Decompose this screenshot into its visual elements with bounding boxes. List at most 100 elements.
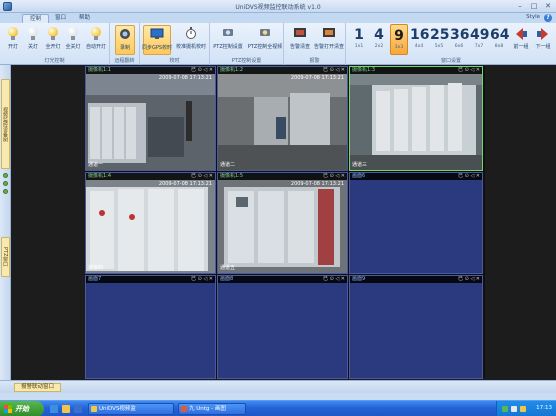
tab-control[interactable]: 控制 bbox=[22, 14, 50, 23]
close-button[interactable]: ✕ bbox=[543, 1, 553, 11]
ptz-settings-label: PTZ控制设置 bbox=[213, 44, 243, 50]
all-lights-on-button[interactable]: 全开灯 bbox=[45, 25, 61, 55]
layout-16-button[interactable]: 16 4x4 bbox=[410, 24, 429, 55]
layout-9-number: 9 bbox=[394, 28, 404, 44]
auto-light-button[interactable]: 自动开灯 bbox=[86, 25, 106, 55]
layout-64-sub: 8x8 bbox=[494, 44, 504, 49]
gps-sync-button[interactable]: 同步GPS校时 bbox=[141, 25, 173, 55]
video-cell-empty[interactable]: 画面7 已 ⊙ ◁ ✕ bbox=[85, 275, 216, 379]
camera-name: 画面6 bbox=[352, 173, 366, 179]
video-cell[interactable]: 摄像机1:5 已 ⊙ ◁ ✕ 2009-07-08 17:13:21 通道五 bbox=[217, 172, 348, 274]
layout-4-button[interactable]: 4 2x2 bbox=[370, 24, 388, 55]
ptz-full-video-label: PTZ控制全视频 bbox=[247, 44, 283, 50]
quicklaunch-ie-icon[interactable] bbox=[74, 405, 82, 413]
light-off-icon bbox=[28, 27, 38, 40]
tab-help[interactable]: 帮助 bbox=[72, 14, 97, 23]
status-dot-icon[interactable] bbox=[3, 189, 8, 194]
video-area: 摄像机1:1 已 ⊙ ◁ ✕ 2009-07-08 17:13:21 通道一 摄 bbox=[11, 65, 556, 380]
layout-25-number: 25 bbox=[430, 27, 450, 43]
layout-1-button[interactable]: 1 1x1 bbox=[350, 24, 368, 55]
cell-header: 摄像机1:2 已 ⊙ ◁ ✕ bbox=[218, 67, 347, 74]
layout-49-sub: 7x7 bbox=[474, 44, 484, 49]
cell-controls-icon[interactable]: 已 ⊙ ◁ ✕ bbox=[323, 173, 345, 180]
cell-controls-icon[interactable]: 已 ⊙ ◁ ✕ bbox=[323, 67, 345, 74]
taskbar-app-unidvs[interactable]: UniDVS视频监 bbox=[88, 403, 174, 415]
light-group-label: 灯光控制 bbox=[44, 58, 65, 64]
timestamp: 2009-07-08 17:13:21 bbox=[158, 181, 212, 187]
camera-name: 画面7 bbox=[88, 276, 102, 282]
ptz-window-tab[interactable]: PTZ窗口 bbox=[1, 237, 10, 277]
layout-25-button[interactable]: 25 5x5 bbox=[430, 24, 450, 55]
help-icon[interactable]: ? bbox=[544, 14, 552, 22]
camera-name: 画面9 bbox=[352, 276, 366, 282]
camera-feed-image bbox=[218, 67, 347, 170]
start-button[interactable]: 开始 bbox=[0, 401, 44, 416]
system-tray: 17:13 bbox=[496, 401, 556, 416]
ptz-settings-button[interactable]: PTZ控制设置 bbox=[213, 25, 243, 55]
tray-volume-icon[interactable] bbox=[511, 406, 517, 412]
record-button[interactable]: 录制 bbox=[115, 25, 135, 55]
cell-controls-icon[interactable]: 已 ⊙ ◁ ✕ bbox=[323, 276, 345, 283]
light-on-button[interactable]: 开灯 bbox=[5, 25, 21, 55]
timestamp: 2009-07-08 17:13:21 bbox=[158, 75, 212, 81]
alarm-clear-button[interactable]: 告警清查 bbox=[287, 25, 313, 55]
camera-feed-image bbox=[350, 67, 482, 170]
layout-4-number: 4 bbox=[374, 27, 384, 43]
cell-controls-icon[interactable]: 已 ⊙ ◁ ✕ bbox=[191, 67, 213, 74]
layout-9-button[interactable]: 9 3x3 bbox=[390, 24, 408, 55]
gps-monitor-icon bbox=[150, 28, 164, 39]
quicklaunch-desktop-icon[interactable] bbox=[50, 405, 58, 413]
alarm-linkage-tab[interactable]: 报警联动窗口 bbox=[14, 383, 62, 392]
video-cell[interactable]: 摄像机1:4 已 ⊙ ◁ ✕ 2009-07-08 17:13:21 通道四 bbox=[85, 172, 216, 274]
quicklaunch-folder-icon[interactable] bbox=[62, 405, 70, 413]
layout-36-sub: 6x6 bbox=[454, 44, 464, 49]
cell-header: 画面6 已 ⊙ ◁ ✕ bbox=[350, 173, 482, 180]
channel-label: 通道五 bbox=[220, 265, 236, 271]
device-tree-tab[interactable]: 视频监控设备树 bbox=[1, 79, 10, 169]
layout-64-button[interactable]: 64 8x8 bbox=[490, 24, 509, 55]
tray-network-icon[interactable] bbox=[502, 406, 508, 412]
gps-sync-label: 同步GPS校时 bbox=[141, 45, 173, 51]
minimize-button[interactable]: – bbox=[515, 1, 525, 11]
camera-name: 摄像机1:1 bbox=[88, 67, 112, 73]
camera-name: 摄像机1:5 bbox=[220, 173, 244, 179]
layout-49-button[interactable]: 49 7x7 bbox=[470, 24, 489, 55]
video-cell[interactable]: 摄像机1:1 已 ⊙ ◁ ✕ 2009-07-08 17:13:21 通道一 bbox=[85, 66, 216, 171]
maximize-button[interactable]: □ bbox=[529, 1, 539, 11]
layout-36-button[interactable]: 36 6x6 bbox=[450, 24, 469, 55]
timestamp: 2009-07-08 17:13:21 bbox=[290, 181, 344, 187]
style-menu[interactable]: Style bbox=[526, 14, 540, 20]
status-dot-icon[interactable] bbox=[3, 173, 8, 178]
layout-9-sub: 3x3 bbox=[394, 45, 404, 50]
camera-feed-image bbox=[86, 67, 215, 170]
cell-controls-icon[interactable]: 已 ⊙ ◁ ✕ bbox=[458, 173, 480, 180]
video-cell-empty[interactable]: 画面6 已 ⊙ ◁ ✕ bbox=[349, 172, 483, 274]
next-group-button[interactable]: 下一组 bbox=[534, 25, 552, 55]
video-cell-empty[interactable]: 画面8 已 ⊙ ◁ ✕ bbox=[217, 275, 348, 379]
video-cell[interactable]: 摄像机1:2 已 ⊙ ◁ ✕ 2009-07-08 17:13:21 通道二 bbox=[217, 66, 348, 171]
status-bar: 报警联动窗口 bbox=[0, 380, 556, 393]
ptz-group: PTZ控制设置 PTZ控制全视频 PTZ控制设置 bbox=[210, 23, 284, 65]
status-dot-icon[interactable] bbox=[3, 181, 8, 186]
taskbar-app-paint[interactable]: 九 Untg - 画图 bbox=[178, 403, 246, 415]
ptz-full-video-button[interactable]: PTZ控制全视频 bbox=[248, 25, 282, 55]
calibrate-time-button[interactable]: 校准摄机校时 bbox=[176, 25, 206, 55]
alarm-group-label: 报警 bbox=[309, 58, 320, 64]
cell-controls-icon[interactable]: 已 ⊙ ◁ ✕ bbox=[191, 173, 213, 180]
video-cell-empty[interactable]: 画面9 已 ⊙ ◁ ✕ bbox=[349, 275, 483, 379]
all-lights-off-button[interactable]: 全关灯 bbox=[65, 25, 81, 55]
all-lights-on-icon bbox=[48, 27, 58, 40]
layout-4-sub: 2x2 bbox=[374, 44, 384, 49]
ptz-group-label: PTZ控制设置 bbox=[231, 58, 262, 64]
alarm-open-button[interactable]: 告警打开清查 bbox=[314, 25, 344, 55]
video-cell[interactable]: 摄像机1:3 已 ⊙ ◁ ✕ 通道三 bbox=[349, 66, 483, 171]
light-control-group: 开灯 关灯 全开灯 全关灯 自动开灯 灯光控制 bbox=[0, 23, 110, 65]
cell-controls-icon[interactable]: 已 ⊙ ◁ ✕ bbox=[458, 276, 480, 283]
tray-app-icon[interactable] bbox=[520, 406, 526, 412]
light-off-button[interactable]: 关灯 bbox=[25, 25, 41, 55]
tab-window[interactable]: 窗口 bbox=[48, 14, 73, 23]
cell-controls-icon[interactable]: 已 ⊙ ◁ ✕ bbox=[191, 276, 213, 283]
alarm-open-label: 告警打开清查 bbox=[313, 44, 344, 50]
cell-controls-icon[interactable]: 已 ⊙ ◁ ✕ bbox=[458, 67, 480, 74]
prev-group-button[interactable]: 前一组 bbox=[512, 25, 530, 55]
